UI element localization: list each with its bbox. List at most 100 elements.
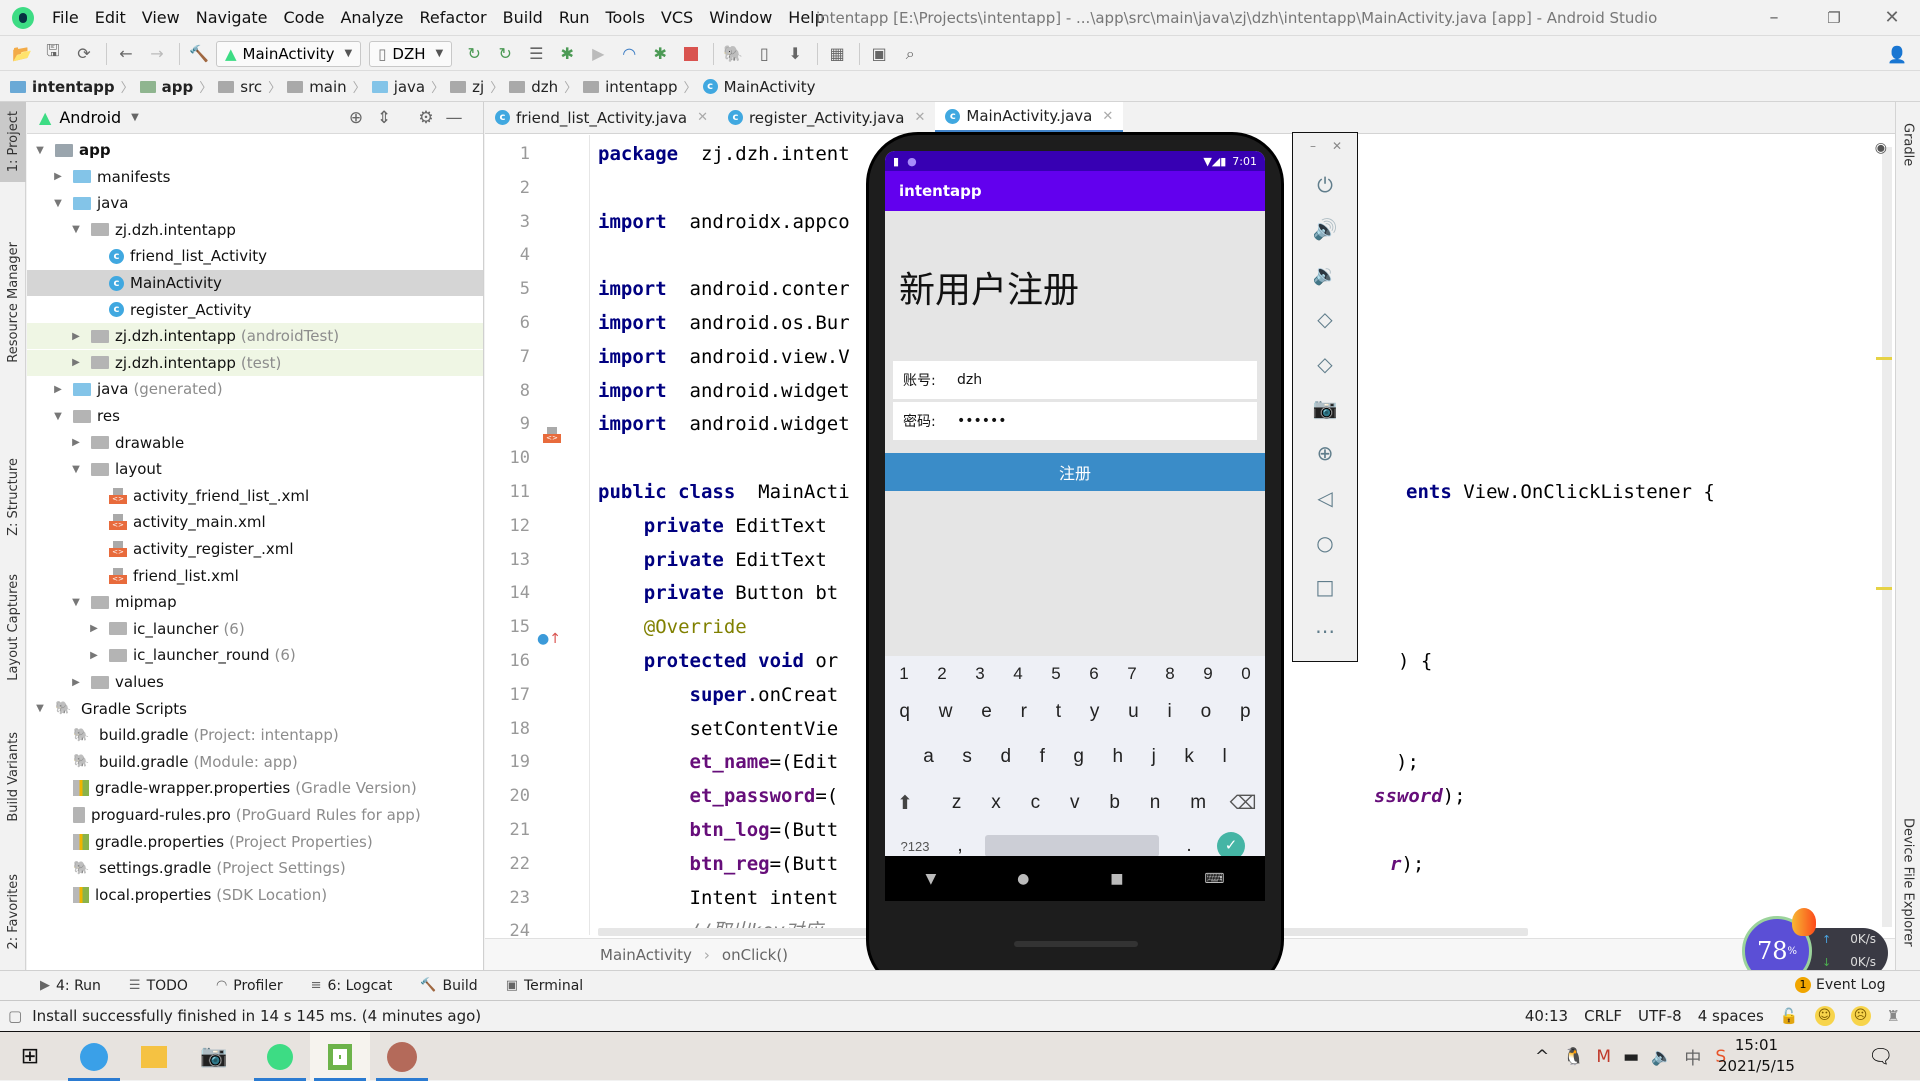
close-tab-icon[interactable]: ✕ <box>697 110 708 125</box>
menu-navigate[interactable]: Navigate <box>188 8 276 27</box>
code-line[interactable]: public class MainActi <box>598 475 850 509</box>
indent-setting[interactable]: 4 spaces <box>1698 1007 1764 1025</box>
hide-keyboard-icon[interactable]: ▼ <box>925 871 936 887</box>
sync-gradle-icon[interactable]: 🐘 <box>719 41 747 67</box>
key-r[interactable]: r <box>1021 701 1027 723</box>
code-line[interactable]: @Override <box>598 610 747 644</box>
tree-item[interactable]: ▼ layout <box>27 456 483 482</box>
period-key[interactable]: . <box>1169 835 1209 857</box>
more-icon[interactable]: ⋯ <box>1293 619 1357 643</box>
tree-item[interactable]: ▼ mipmap <box>27 589 483 615</box>
code-line[interactable]: private EditText <box>598 509 827 543</box>
code-line[interactable]: import android.conter <box>598 272 850 306</box>
clock[interactable]: 15:01 2021/5/15 <box>1718 1035 1795 1077</box>
key-6[interactable]: 6 <box>1089 664 1098 684</box>
tab-register-activity[interactable]: c register_Activity.java ✕ <box>718 102 935 133</box>
tree-item[interactable]: proguard-rules.pro (ProGuard Rules for ap… <box>27 802 483 828</box>
home-icon[interactable]: ● <box>1017 871 1029 887</box>
overview-square-icon[interactable]: □ <box>1293 575 1357 599</box>
qq-icon[interactable]: 🐧 <box>1563 1047 1584 1067</box>
tool-tab-resource-manager[interactable]: Resource Manager <box>0 232 26 372</box>
stop-icon[interactable] <box>677 41 705 67</box>
key-j[interactable]: j <box>1152 746 1156 768</box>
layout-file-gutter-icon[interactable] <box>543 427 567 451</box>
key-9[interactable]: 9 <box>1203 664 1212 684</box>
recents-icon[interactable]: ■ <box>1110 871 1123 887</box>
expanded-arrow-icon[interactable]: ▼ <box>69 224 83 235</box>
status-message[interactable]: Install successfully finished in 14 s 14… <box>32 1007 481 1025</box>
warning-marker[interactable] <box>1876 357 1892 360</box>
code-fragment[interactable]: ) { <box>1398 644 1432 678</box>
file-encoding[interactable]: UTF-8 <box>1638 1007 1682 1025</box>
inspector-icon[interactable]: ♜ <box>1887 1007 1900 1025</box>
back-icon[interactable]: ← <box>112 41 140 67</box>
sad-feedback-icon[interactable]: ☹ <box>1850 1006 1871 1026</box>
code-line[interactable]: import android.widget <box>598 374 850 408</box>
user-account-icon[interactable]: 👤 <box>1883 41 1911 67</box>
tool-todo[interactable]: ☰ TODO <box>129 978 188 994</box>
key-2[interactable]: 2 <box>937 664 946 684</box>
key-t[interactable]: t <box>1056 701 1061 723</box>
collapsed-arrow-icon[interactable]: ▶ <box>69 357 83 368</box>
tree-item[interactable]: local.properties (SDK Location) <box>27 882 483 908</box>
key-w[interactable]: w <box>939 701 953 723</box>
keyboard-switch-icon[interactable]: ⌨ <box>1204 871 1224 887</box>
tree-item[interactable]: c MainActivity <box>27 270 483 296</box>
tool-run[interactable]: ▶ 4: Run <box>40 978 101 994</box>
collapsed-arrow-icon[interactable]: ▶ <box>69 331 83 342</box>
code-fragment[interactable]: ); <box>1396 745 1419 779</box>
key-5[interactable]: 5 <box>1051 664 1060 684</box>
gear-icon[interactable]: ⚙ <box>415 107 437 129</box>
shift-key-icon[interactable]: ⬆ <box>897 792 937 815</box>
key-v[interactable]: v <box>1070 792 1080 815</box>
collapsed-arrow-icon[interactable]: ▶ <box>87 623 101 634</box>
project-view-select[interactable]: Android <box>59 108 121 127</box>
save-all-icon[interactable]: 🖫 <box>39 41 67 67</box>
tree-item[interactable]: ▶ manifests <box>27 164 483 190</box>
crumb-project[interactable]: intentapp 〉 <box>10 77 140 96</box>
code-line[interactable]: btn_reg=(Butt <box>598 847 839 881</box>
tree-item[interactable]: friend_list.xml <box>27 563 483 589</box>
apply-changes-restart-icon[interactable]: ↻ <box>460 41 488 67</box>
menu-build[interactable]: Build <box>495 8 551 27</box>
code-line[interactable]: import android.widget <box>598 407 850 441</box>
key-c[interactable]: c <box>1031 792 1041 815</box>
tree-item[interactable]: 🐘 build.gradle (Module: app) <box>27 749 483 775</box>
start-button[interactable]: ⊞ <box>0 1032 60 1081</box>
menu-refactor[interactable]: Refactor <box>412 8 495 27</box>
code-line[interactable]: package zj.dzh.intent <box>598 137 850 171</box>
key-0[interactable]: 0 <box>1241 664 1250 684</box>
crumb-mainactivity[interactable]: c MainActivity <box>702 78 815 96</box>
collapsed-arrow-icon[interactable]: ▶ <box>51 384 65 395</box>
code-line[interactable]: private Button bt <box>598 576 838 610</box>
emulator-close-icon[interactable]: ✕ <box>1305 139 1369 153</box>
tree-item[interactable]: activity_register_.xml <box>27 536 483 562</box>
event-log-button[interactable]: 1 Event Log <box>1795 977 1886 993</box>
rotate-left-icon[interactable]: ◇ <box>1293 307 1357 331</box>
menu-view[interactable]: View <box>134 8 188 27</box>
key-n[interactable]: n <box>1150 792 1161 815</box>
register-button[interactable]: 注册 <box>885 453 1265 491</box>
crumb-dzh[interactable]: dzh 〉 <box>509 77 583 96</box>
expanded-arrow-icon[interactable]: ▼ <box>33 145 47 156</box>
run-list-icon[interactable]: ☰ <box>522 41 550 67</box>
key-s[interactable]: s <box>962 746 972 768</box>
camera-screenshot-icon[interactable]: 📷 <box>1293 396 1357 420</box>
forward-icon[interactable]: → <box>143 41 171 67</box>
tree-item[interactable]: ▶ ic_launcher (6) <box>27 616 483 642</box>
collapsed-arrow-icon[interactable]: ▶ <box>87 650 101 661</box>
comma-key[interactable]: , <box>945 835 975 857</box>
code-line[interactable]: et_password=( <box>598 779 839 813</box>
profiler-icon[interactable]: ◠ <box>615 41 643 67</box>
key-g[interactable]: g <box>1073 746 1084 768</box>
tree-item[interactable]: gradle-wrapper.properties (Gradle Version… <box>27 775 483 801</box>
line-separator[interactable]: CRLF <box>1584 1007 1622 1025</box>
code-line[interactable]: et_name=(Edit <box>598 745 839 779</box>
key-p[interactable]: p <box>1240 701 1251 723</box>
tree-item[interactable]: ▶ drawable <box>27 430 483 456</box>
key-b[interactable]: b <box>1109 792 1120 815</box>
crumb-main[interactable]: main 〉 <box>287 77 372 96</box>
tool-terminal[interactable]: ▣ Terminal <box>506 978 583 994</box>
key-u[interactable]: u <box>1128 701 1139 723</box>
mcafee-icon[interactable]: M <box>1596 1047 1611 1067</box>
